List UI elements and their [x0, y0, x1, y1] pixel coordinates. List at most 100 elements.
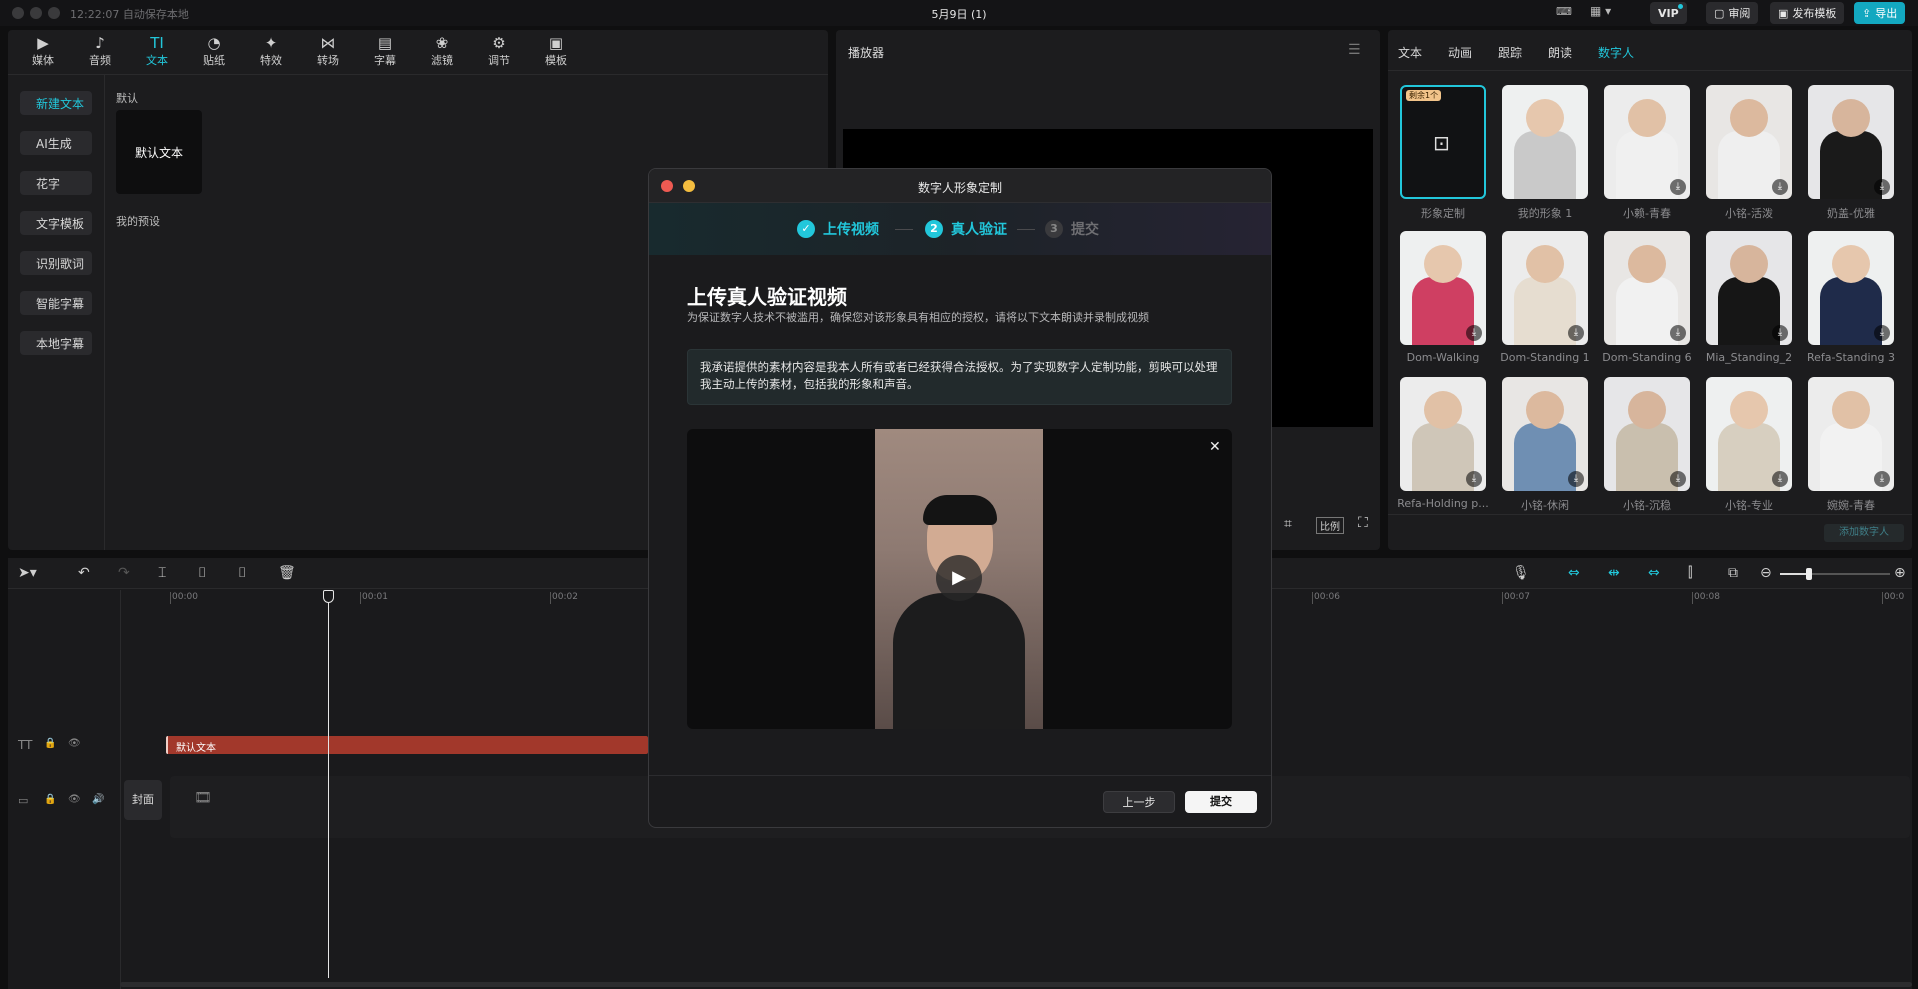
preview-axis-icon[interactable]: ⫿ [1688, 565, 1692, 581]
zoom-slider-track[interactable] [1780, 568, 1890, 580]
export-button[interactable]: ⇪ 导出 [1854, 2, 1906, 24]
avatar-card[interactable]: ⤓ [1604, 85, 1690, 199]
step-submit: 3 提交 [1045, 219, 1099, 239]
redo-icon[interactable]: ↷ [118, 565, 130, 581]
tab-3[interactable]: 朗读 [1548, 44, 1572, 61]
nav-item[interactable]: 本地字幕 [20, 331, 92, 355]
main-visibility-icon[interactable]: 👁 [68, 794, 81, 805]
tool-template[interactable]: ▣ 模板 [533, 34, 579, 68]
shortcut-icon[interactable]: ⌨ [1556, 5, 1572, 18]
submit-button[interactable]: 提交 [1185, 791, 1257, 813]
avatar-card[interactable]: ⤓ [1604, 377, 1690, 491]
publish-template-button[interactable]: ▣ 发布模板 [1770, 2, 1845, 24]
play-icon[interactable]: ▶ [936, 555, 982, 601]
dialog-close-dot[interactable] [661, 180, 673, 192]
delete-icon[interactable]: 🗑 [278, 565, 296, 581]
avatar-card[interactable]: ⤓ [1400, 231, 1486, 345]
avatar-card[interactable]: ⤓ [1400, 377, 1486, 491]
text-clip[interactable]: 默认文本 [166, 736, 648, 754]
nav-item[interactable]: 花字 [20, 171, 92, 195]
zoom-slider-fill [1780, 573, 1808, 575]
avatar-card[interactable]: ⤓ [1502, 231, 1588, 345]
lock-main-track-icon[interactable]: 🔒 [44, 794, 56, 805]
auto-snap-icon[interactable]: ⇹ [1608, 565, 1620, 581]
dialog-minimize-dot[interactable] [683, 180, 695, 192]
tool-media[interactable]: ▶ 媒体 [20, 34, 66, 68]
playhead[interactable] [323, 590, 334, 978]
nav-item[interactable]: 识别歌词 [20, 251, 92, 275]
tool-effects[interactable]: ✦ 特效 [248, 34, 294, 68]
avatar-card[interactable]: ⤓ [1706, 231, 1792, 345]
ratio-button[interactable]: 比例 [1316, 517, 1344, 534]
download-icon[interactable]: ⤓ [1670, 179, 1686, 195]
project-title: 5月9日 (1) [931, 8, 987, 21]
visibility-icon[interactable]: 👁 [68, 738, 81, 749]
tool-filter[interactable]: ❀ 滤镜 [419, 34, 465, 68]
zoom-slider-handle[interactable] [1806, 568, 1812, 580]
tool-subtitle[interactable]: ▤ 字幕 [362, 34, 408, 68]
avatar-card[interactable]: ⤓ [1706, 377, 1792, 491]
download-icon[interactable]: ⤓ [1874, 471, 1890, 487]
linkage-icon[interactable]: ⇔ [1648, 565, 1660, 581]
select-tool-icon[interactable]: ➤▾ [18, 565, 37, 581]
tool-adjust[interactable]: ⚙ 调节 [476, 34, 522, 68]
custom-avatar-card[interactable]: 剩余1个 ⊡ [1400, 85, 1486, 199]
nav-item[interactable]: 文字模板 [20, 211, 92, 235]
download-icon[interactable]: ⤓ [1466, 471, 1482, 487]
review-button[interactable]: ▢ 审阅 [1706, 2, 1759, 24]
main-track-magnet-icon[interactable]: ⇔ [1568, 565, 1580, 581]
lock-track-icon[interactable]: 🔒 [44, 738, 56, 749]
download-icon[interactable]: ⤓ [1874, 179, 1890, 195]
remove-video-icon[interactable]: ✕ [1209, 439, 1221, 455]
vip-button[interactable]: VIP [1650, 2, 1687, 24]
avatar-head [1730, 391, 1768, 429]
download-icon[interactable]: ⤓ [1772, 325, 1788, 341]
avatar-card[interactable]: ⤓ [1808, 231, 1894, 345]
download-icon[interactable]: ⤓ [1568, 471, 1584, 487]
tab-0[interactable]: 文本 [1398, 44, 1422, 61]
tool-text[interactable]: TI 文本 [134, 34, 180, 68]
nav-item[interactable]: 智能字幕 [20, 291, 92, 315]
tab-4[interactable]: 数字人 [1598, 44, 1634, 61]
cover-preview-icon[interactable]: ⧉ [1728, 565, 1738, 581]
download-icon[interactable]: ⤓ [1568, 325, 1584, 341]
tool-audio[interactable]: ♪ 音频 [77, 34, 123, 68]
tab-1[interactable]: 动画 [1448, 44, 1472, 61]
fullscreen-icon[interactable]: ⛶ [1358, 515, 1368, 531]
download-icon[interactable]: ⤓ [1874, 325, 1890, 341]
mute-icon[interactable]: 🔊 [92, 794, 104, 805]
player-menu-icon[interactable]: ☰ [1348, 42, 1361, 58]
nav-item[interactable]: AI生成 [20, 131, 92, 155]
split-icon[interactable]: ⌶ [158, 565, 166, 581]
layout-icon[interactable]: ▦ ▾ [1590, 4, 1611, 18]
avatar-card[interactable]: ⤓ [1808, 85, 1894, 199]
verification-video[interactable]: ▶ ✕ [687, 429, 1232, 729]
download-icon[interactable]: ⤓ [1670, 471, 1686, 487]
tab-2[interactable]: 跟踪 [1498, 44, 1522, 61]
download-icon[interactable]: ⤓ [1772, 179, 1788, 195]
crop-icon[interactable]: ⌗ [1284, 516, 1292, 532]
microphone-icon[interactable]: 🎙 [1512, 565, 1530, 581]
default-text-card[interactable]: 默认文本 [116, 110, 202, 194]
playhead-handle[interactable] [323, 590, 334, 603]
tool-sticker[interactable]: ◔ 贴纸 [191, 34, 237, 68]
avatar-card[interactable]: ⤓ [1604, 231, 1690, 345]
split-left-icon[interactable]: ⌷ [198, 565, 206, 581]
tool-transition[interactable]: ⋈ 转场 [305, 34, 351, 68]
avatar-card[interactable] [1502, 85, 1588, 199]
timeline-scrollbar[interactable] [120, 982, 1912, 987]
download-icon[interactable]: ⤓ [1466, 325, 1482, 341]
add-digital-human-button[interactable]: 添加数字人 [1824, 524, 1904, 542]
undo-icon[interactable]: ↶ [78, 565, 90, 581]
avatar-card[interactable]: ⤓ [1502, 377, 1588, 491]
download-icon[interactable]: ⤓ [1670, 325, 1686, 341]
nav-item[interactable]: 新建文本 [20, 91, 92, 115]
download-icon[interactable]: ⤓ [1772, 471, 1788, 487]
zoom-in-icon[interactable]: ⊕ [1894, 565, 1906, 581]
avatar-card[interactable]: ⤓ [1706, 85, 1792, 199]
previous-step-button[interactable]: 上一步 [1103, 791, 1175, 813]
cover-button[interactable]: 封面 [124, 780, 162, 820]
split-right-icon[interactable]: ⌷ [238, 565, 246, 581]
zoom-out-icon[interactable]: ⊖ [1760, 565, 1772, 581]
avatar-card[interactable]: ⤓ [1808, 377, 1894, 491]
